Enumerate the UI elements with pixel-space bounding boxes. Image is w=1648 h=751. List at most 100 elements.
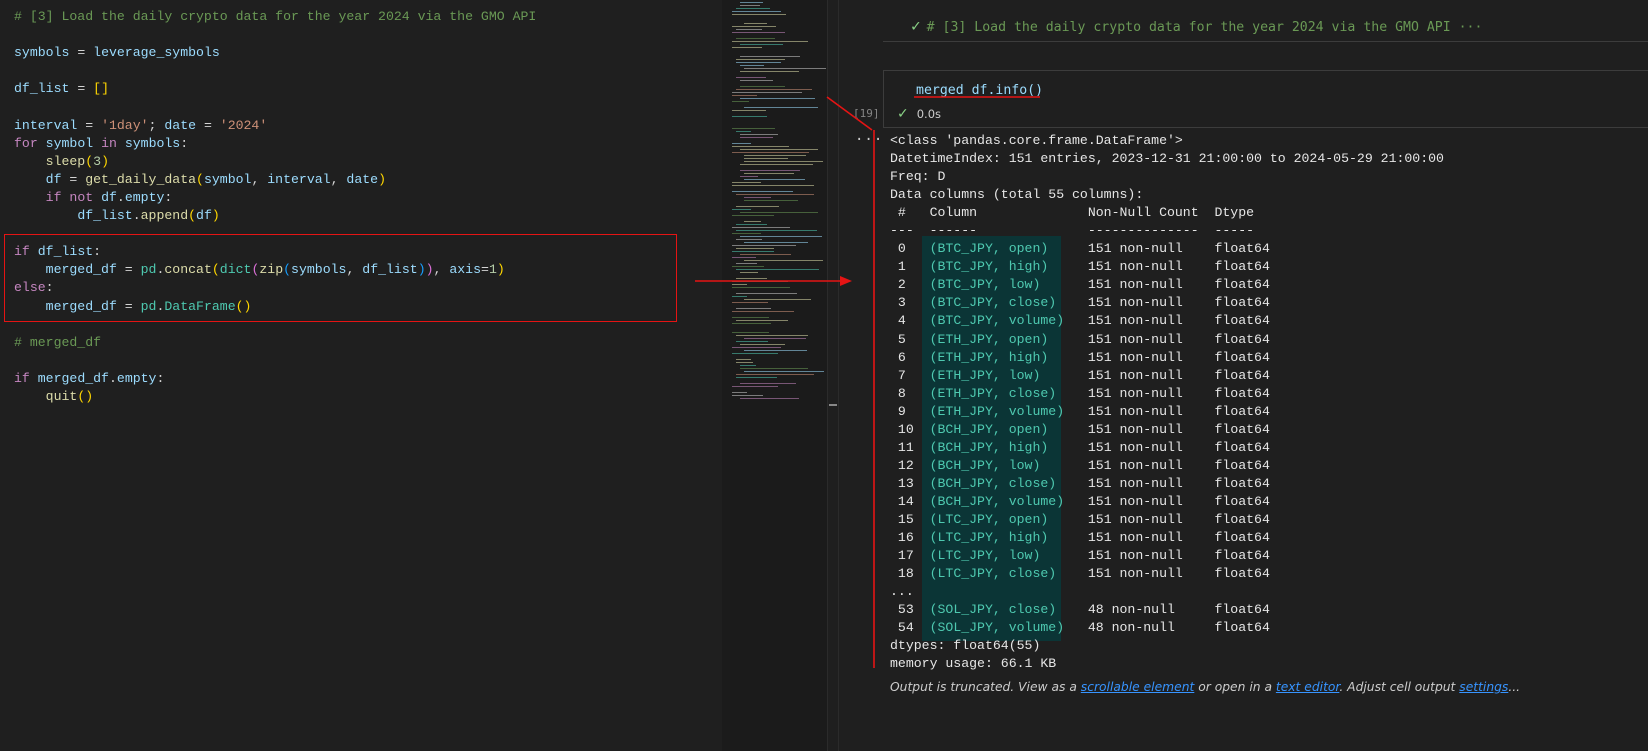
minimap-line <box>744 299 811 300</box>
code-line[interactable]: df_list = [] <box>14 80 536 98</box>
minimap-line <box>744 161 823 162</box>
minimap-line <box>732 32 785 33</box>
code-line[interactable] <box>14 352 536 370</box>
code-token: date <box>164 117 197 133</box>
code-token: ( <box>188 208 197 224</box>
code-token: symbol <box>203 171 252 187</box>
output-line: memory usage: 66.1 KB <box>890 656 1057 672</box>
output-line: 13 (BCH_JPY, close) 151 non-null float64 <box>890 475 1270 491</box>
code-line[interactable]: interval = '1day'; date = '2024' <box>14 117 536 135</box>
minimap-line <box>744 23 767 24</box>
minimap-line <box>740 272 758 273</box>
minimap-line <box>732 251 774 252</box>
minimap-line <box>732 245 796 246</box>
code-token: = <box>61 171 86 187</box>
minimap-line <box>740 383 796 384</box>
code-token: ( <box>196 171 204 187</box>
minimap-line <box>744 179 805 180</box>
code-line[interactable]: if merged_df.empty: <box>14 370 536 388</box>
minimap-line <box>732 296 747 297</box>
code-line[interactable]: # merged_df <box>14 334 536 352</box>
code-line[interactable]: df_list.append(df) <box>14 207 536 225</box>
minimap-line <box>732 281 788 282</box>
code-token: interval <box>14 117 78 133</box>
settings-link[interactable]: settings <box>1459 680 1508 694</box>
code-token: empty <box>124 189 165 205</box>
minimap-line <box>732 209 751 210</box>
minimap-line <box>732 233 761 234</box>
code-token: symbols <box>14 45 70 61</box>
output-line: 0 (BTC_JPY, open) 151 non-null float64 <box>890 241 1270 257</box>
text-editor-link[interactable]: text editor <box>1276 680 1339 694</box>
minimap-line <box>732 347 781 348</box>
notebook-pane[interactable]: ✓ # [3] Load the daily crypto data for th… <box>838 0 1648 751</box>
cell-code-text[interactable]: merged_df.info() <box>916 83 1043 98</box>
code-token: for <box>14 135 38 151</box>
collapsed-cell-header[interactable]: ✓ # [3] Load the daily crypto data for th… <box>911 16 1482 35</box>
truncation-note: Output is truncated. View as a scrollabl… <box>890 680 1521 694</box>
code-token: () <box>77 388 94 404</box>
code-token: df_list <box>14 81 70 97</box>
code-token: . <box>132 208 141 224</box>
code-cell[interactable]: merged_df.info() <box>883 70 1648 128</box>
code-line[interactable]: quit() <box>14 388 536 406</box>
minimap-line <box>736 77 766 78</box>
code-token: # merged_df <box>14 334 102 350</box>
editor-scrollbar[interactable] <box>827 0 838 751</box>
output-line: 6 (ETH_JPY, high) 151 non-null float64 <box>890 349 1270 365</box>
minimap-line <box>732 287 790 288</box>
scrollable-element-link[interactable]: scrollable element <box>1081 680 1195 694</box>
output-line: 16 (LTC_JPY, high) 151 non-null float64 <box>890 530 1270 546</box>
code-line[interactable]: sleep(3) <box>14 153 536 171</box>
minimap-line <box>732 185 814 186</box>
code-line[interactable]: for symbol in symbols: <box>14 135 536 153</box>
code-token: = <box>69 81 94 97</box>
code-line[interactable] <box>14 98 536 116</box>
minimap-line <box>744 200 798 201</box>
output-line: 53 (SOL_JPY, close) 48 non-null float64 <box>890 602 1270 618</box>
code-line[interactable]: # [3] Load the daily crypto data for the… <box>14 8 536 26</box>
minimap[interactable] <box>722 0 827 751</box>
minimap-line <box>740 365 756 366</box>
minimap-line <box>732 302 768 303</box>
minimap-line <box>744 197 771 198</box>
minimap-line <box>736 89 812 90</box>
output-line: 2 (BTC_JPY, low) 151 non-null float64 <box>890 277 1270 293</box>
minimap-line <box>736 308 771 309</box>
minimap-line <box>744 107 818 108</box>
scrollbar-thumb[interactable] <box>829 404 837 406</box>
minimap-line <box>732 182 761 183</box>
minimap-line <box>732 116 767 117</box>
code-token: merged_df <box>37 370 109 386</box>
code-token: not <box>69 189 94 205</box>
minimap-line <box>740 212 818 213</box>
minimap-line <box>732 395 763 396</box>
minimap-line <box>736 359 751 360</box>
code-line[interactable]: symbols = leverage_symbols <box>14 44 536 62</box>
code-token: symbols <box>124 135 181 151</box>
output-more-actions-icon[interactable]: ··· <box>855 132 883 148</box>
code-line[interactable]: df = get_daily_data(symbol, interval, da… <box>14 171 536 189</box>
code-editor-pane[interactable]: # [3] Load the daily crypto data for the… <box>0 0 722 751</box>
code-line[interactable] <box>14 26 536 44</box>
code-editor-text[interactable]: # [3] Load the daily crypto data for the… <box>14 8 536 406</box>
minimap-line <box>732 317 769 318</box>
code-token: 3 <box>93 153 102 169</box>
minimap-line <box>736 269 819 270</box>
code-token: leverage_symbols <box>93 45 220 61</box>
minimap-line <box>740 134 778 135</box>
minimap-line <box>736 224 767 225</box>
minimap-line <box>732 191 793 192</box>
code-line[interactable] <box>14 62 536 80</box>
output-line: 4 (BTC_JPY, volume) 151 non-null float64 <box>890 313 1270 329</box>
cell-output: <class 'pandas.core.frame.DataFrame'> Dat… <box>890 132 1444 673</box>
minimap-line <box>740 368 808 369</box>
code-line[interactable]: if not df.empty: <box>14 189 536 207</box>
minimap-line <box>732 332 769 333</box>
minimap-line <box>732 284 747 285</box>
